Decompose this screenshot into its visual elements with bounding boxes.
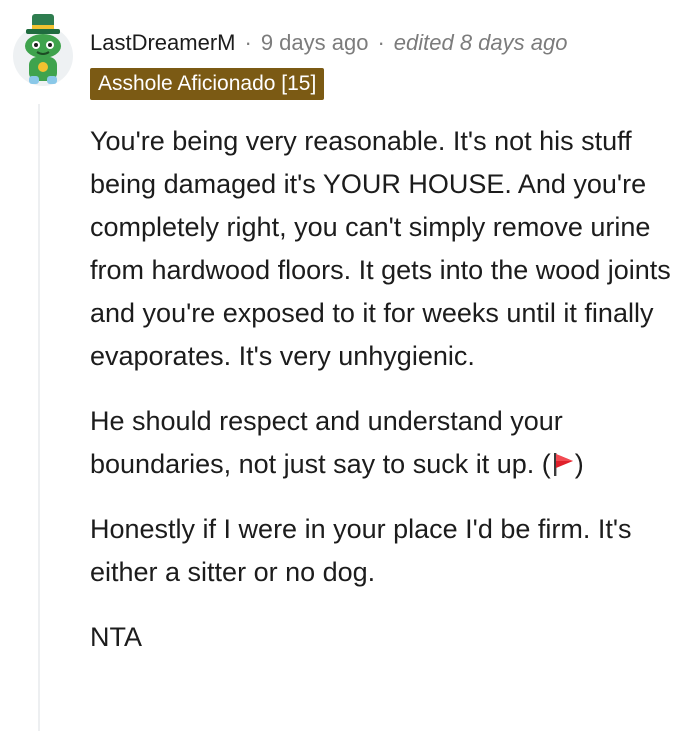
paragraph-text: ) bbox=[574, 449, 584, 479]
meta-separator: · bbox=[377, 30, 385, 55]
username-link[interactable]: LastDreamerM bbox=[90, 30, 235, 56]
user-avatar-icon[interactable] bbox=[12, 12, 74, 92]
thread-collapse-line[interactable] bbox=[38, 104, 40, 731]
red-flag-icon bbox=[551, 448, 575, 476]
timestamp-link[interactable]: 9 days ago bbox=[261, 30, 369, 56]
user-flair-badge: Asshole Aficionado [15] bbox=[90, 68, 325, 100]
meta-separator: · bbox=[244, 30, 252, 55]
edited-label: edited 8 days ago bbox=[393, 30, 568, 55]
comment-paragraph: You're being very reasonable. It's not h… bbox=[90, 126, 671, 371]
paragraph-text: He should respect and understand your bo… bbox=[90, 406, 563, 479]
comment-paragraph: NTA bbox=[90, 622, 142, 652]
comment: LastDreamerM · 9 days ago · edited 8 day… bbox=[0, 0, 700, 731]
comment-paragraph: He should respect and understand your bo… bbox=[90, 400, 690, 486]
comment-meta: LastDreamerM · 9 days ago · edited 8 day… bbox=[90, 28, 567, 58]
comment-paragraph: Honestly if I were in your place I'd be … bbox=[90, 514, 632, 587]
comment-body: You're being very reasonable. It's not h… bbox=[90, 120, 690, 681]
